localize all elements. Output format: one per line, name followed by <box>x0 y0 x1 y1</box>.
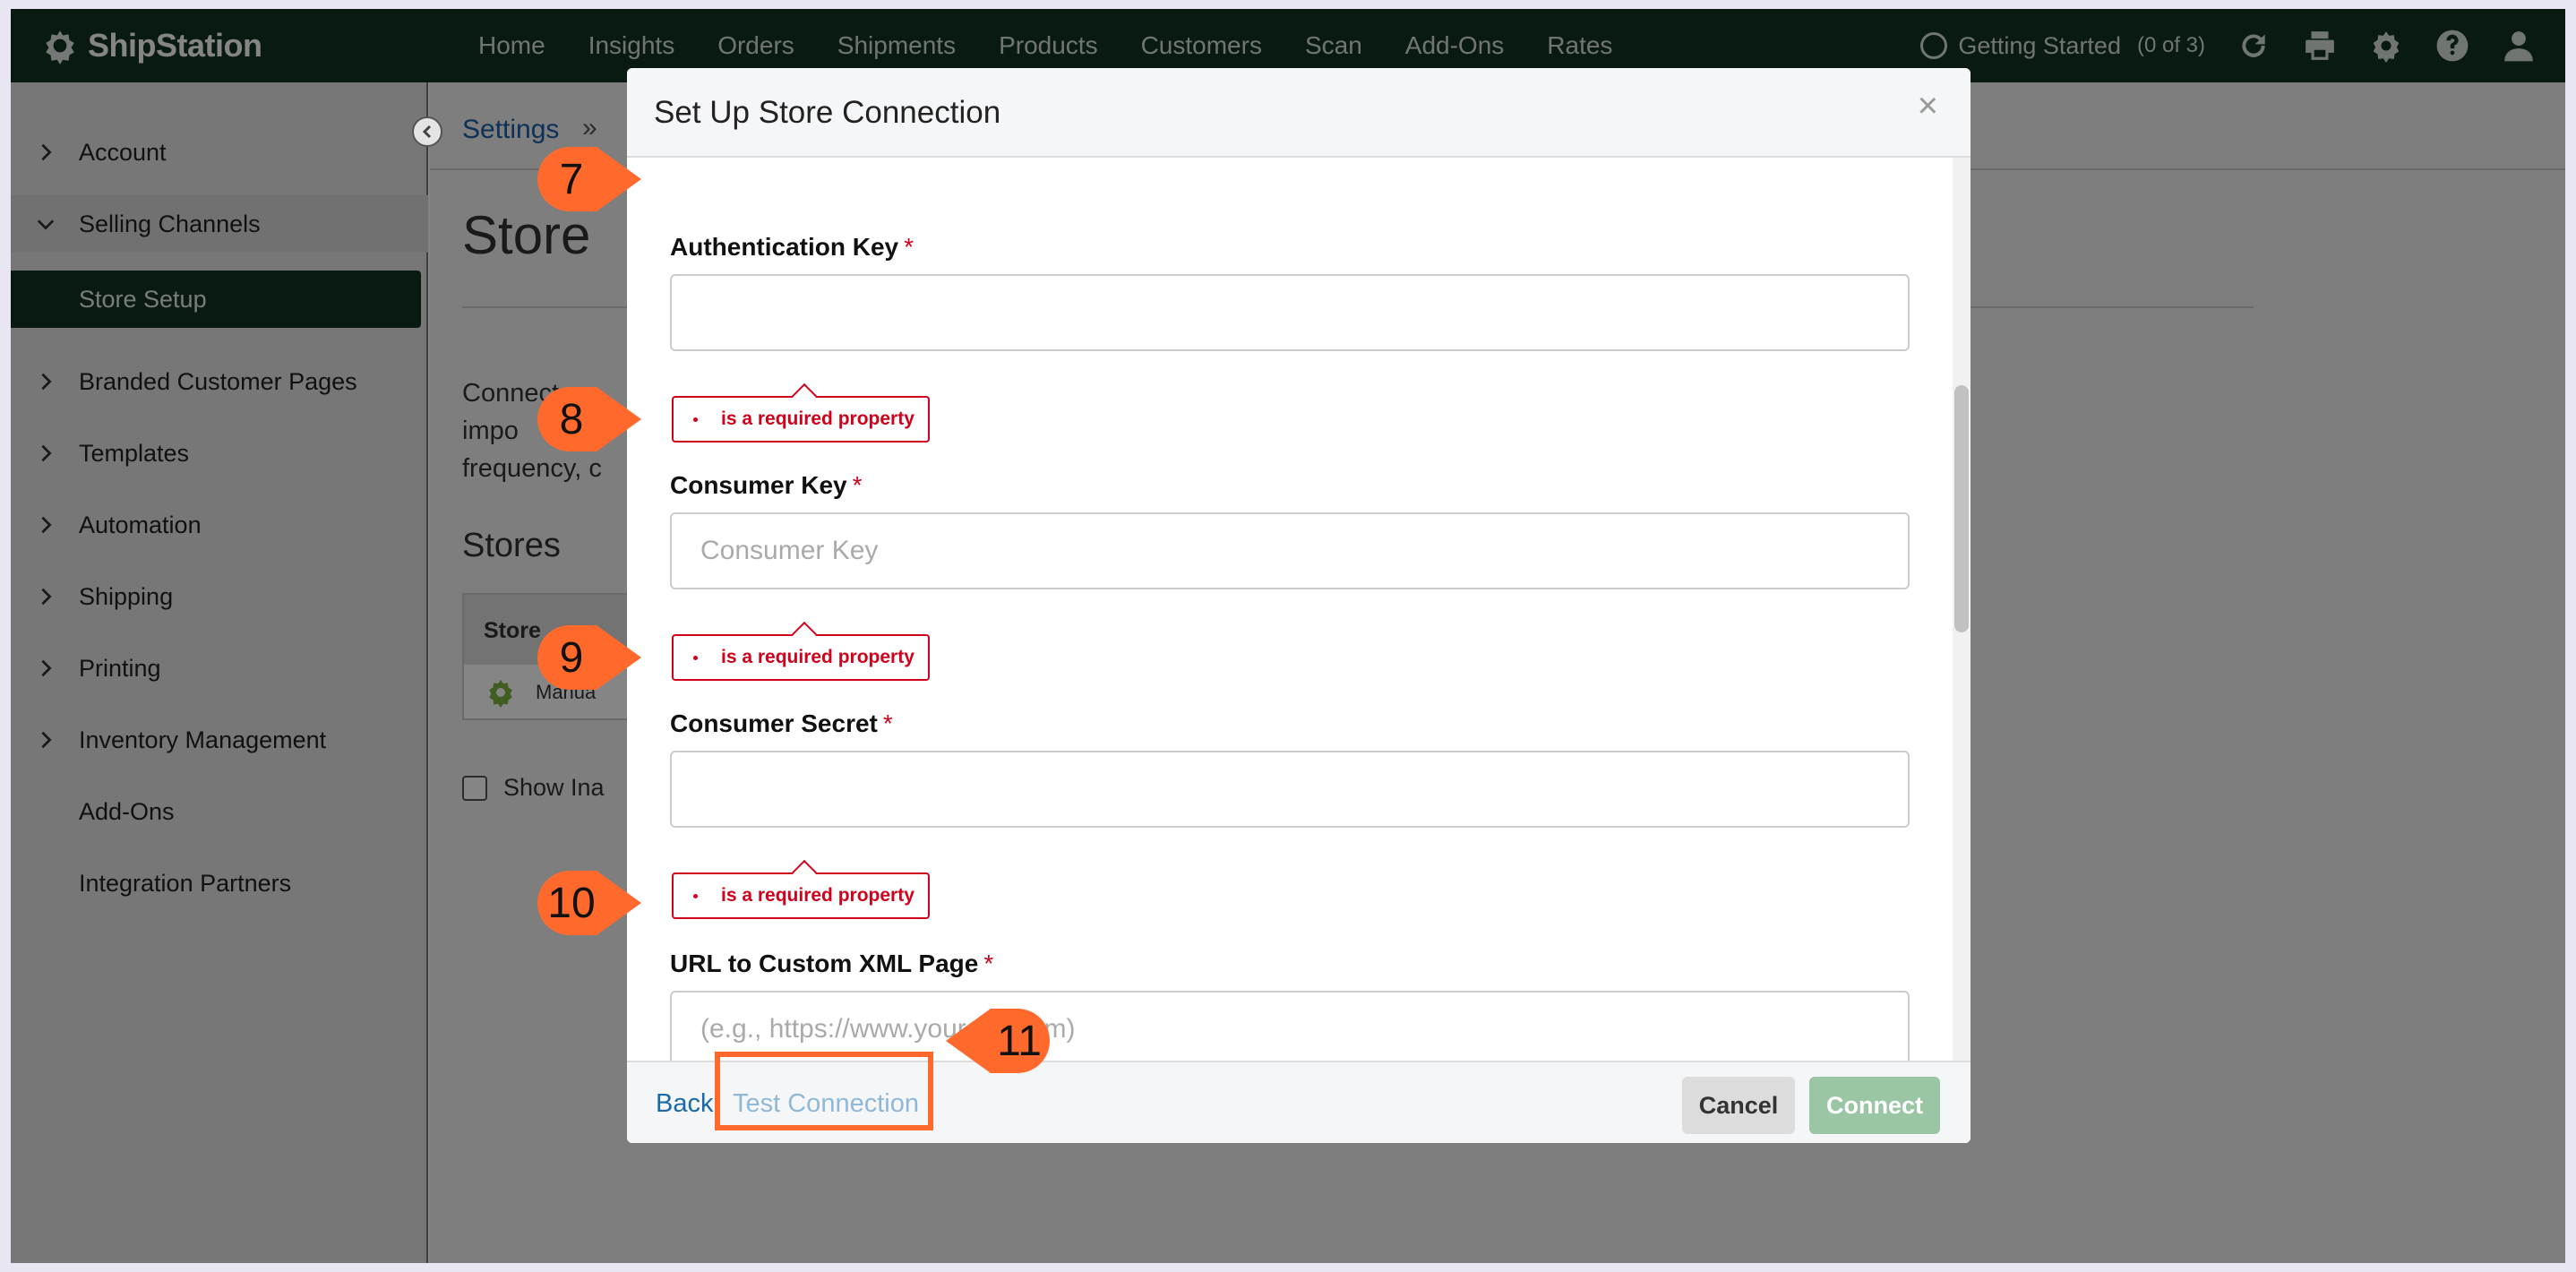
callout-step-10: 10 <box>534 867 659 939</box>
error-text: is a required property <box>721 885 914 906</box>
chevron-left-icon <box>422 125 432 139</box>
consumer-secret-label: Consumer Secret * <box>670 709 893 738</box>
callout-number: 9 <box>559 633 584 682</box>
modal-title: Set Up Store Connection <box>654 95 1001 130</box>
callout-step-8: 8 <box>534 383 659 455</box>
authentication-key-error: is a required property <box>672 396 930 443</box>
modal-header: Set Up Store Connection × <box>627 68 1971 158</box>
authentication-key-label: Authentication Key * <box>670 233 914 262</box>
consumer-secret-input[interactable] <box>670 751 1910 828</box>
consumer-secret-error: is a required property <box>672 872 930 919</box>
callout-number: 7 <box>559 155 584 203</box>
callout-number: 8 <box>559 395 584 443</box>
consumer-key-label: Consumer Key * <box>670 471 863 500</box>
callout-step-9: 9 <box>534 622 659 693</box>
scrollbar-thumb[interactable] <box>1954 385 1969 632</box>
back-link[interactable]: Back <box>656 1089 713 1119</box>
bullet-icon <box>693 655 698 660</box>
field-label-text: Consumer Key <box>670 471 847 499</box>
callout-step-11: 11 <box>928 1005 1053 1077</box>
cancel-button[interactable]: Cancel <box>1682 1077 1795 1134</box>
callout-number: 10 <box>547 879 596 927</box>
test-connection-highlight <box>715 1052 933 1130</box>
xml-url-input[interactable] <box>670 991 1910 1061</box>
xml-url-label: URL to Custom XML Page * <box>670 950 993 978</box>
required-asterisk: * <box>882 709 893 737</box>
consumer-key-input[interactable] <box>670 512 1910 589</box>
connect-button[interactable]: Connect <box>1809 1077 1940 1134</box>
modal-scrollbar[interactable] <box>1953 158 1971 1061</box>
field-label-text: URL to Custom XML Page <box>670 950 979 977</box>
callout-step-7: 7 <box>534 143 659 215</box>
close-icon[interactable]: × <box>1918 86 1938 126</box>
field-label-text: Authentication Key <box>670 233 899 261</box>
app-window: ShipStation Home Insights Orders Shipmen… <box>11 9 2565 1263</box>
consumer-key-error: is a required property <box>672 634 930 681</box>
error-text: is a required property <box>721 647 914 667</box>
collapse-sidebar-button[interactable] <box>412 116 442 147</box>
callout-number: 11 <box>997 1017 1042 1065</box>
error-text: is a required property <box>721 408 914 429</box>
bullet-icon <box>693 893 698 898</box>
bullet-icon <box>693 417 698 422</box>
required-asterisk: * <box>983 950 994 977</box>
required-asterisk: * <box>852 471 863 499</box>
authentication-key-input[interactable] <box>670 274 1910 351</box>
store-connection-modal: Set Up Store Connection × Authentication… <box>627 68 1971 1143</box>
required-asterisk: * <box>904 233 914 261</box>
modal-body: Authentication Key * is a required proper… <box>627 158 1953 1061</box>
field-label-text: Consumer Secret <box>670 709 878 737</box>
